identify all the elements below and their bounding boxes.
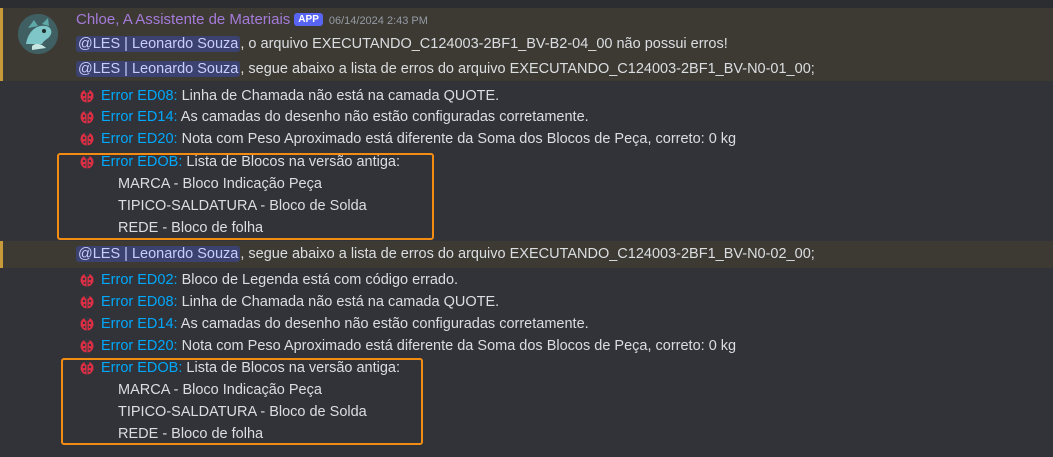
user-mention[interactable]: @LES | Leonardo Souza: [76, 36, 241, 52]
timestamp[interactable]: 06/14/2024 2:43 PM: [329, 15, 428, 27]
user-mention[interactable]: @LES | Leonardo Souza: [76, 246, 241, 262]
error-code: Error ED08:: [101, 294, 178, 310]
error-line: Error ED20: Nota com Peso Aproximado est…: [79, 336, 736, 356]
error-code: Error ED02:: [101, 272, 178, 288]
error-line: Error ED08: Linha de Chamada não está na…: [79, 86, 499, 106]
ladybug-icon: [79, 130, 95, 146]
error-text: Linha de Chamada não está na camada QUOT…: [177, 294, 500, 310]
ladybug-icon: [79, 293, 95, 309]
message-text: , segue abaixo a lista de erros do arqui…: [240, 246, 815, 262]
error-code: Error ED14:: [101, 109, 178, 125]
username[interactable]: Chloe, A Assistente de Materiais: [76, 11, 290, 28]
ladybug-icon: [79, 271, 95, 287]
ladybug-icon: [79, 337, 95, 353]
error-line: Error ED14: As camadas do desenho não es…: [79, 314, 589, 334]
message-text: , o arquivo EXECUTANDO_C124003-2BF1_BV-B…: [240, 36, 728, 52]
ladybug-icon: [79, 108, 95, 124]
error-text: Linha de Chamada não está na camada QUOT…: [177, 88, 500, 104]
error-text: As camadas do desenho não estão configur…: [177, 316, 589, 332]
error-line: Error ED02: Bloco de Legenda está com có…: [79, 270, 458, 290]
ladybug-icon: [79, 87, 95, 103]
annotation-box: [61, 358, 423, 445]
error-text: As camadas do desenho não estão configur…: [177, 109, 589, 125]
message-text: , segue abaixo a lista de erros do arqui…: [240, 61, 815, 77]
error-text: Nota com Peso Aproximado está diferente …: [177, 338, 737, 354]
user-mention[interactable]: @LES | Leonardo Souza: [76, 61, 241, 77]
error-line: Error ED20: Nota com Peso Aproximado est…: [79, 129, 736, 149]
error-code: Error ED20:: [101, 338, 178, 354]
message-line: @LES | Leonardo Souza, segue abaixo a li…: [76, 59, 815, 79]
error-code: Error ED08:: [101, 88, 178, 104]
top-divider: [0, 0, 1053, 8]
error-line: Error ED14: As camadas do desenho não es…: [79, 107, 589, 127]
dragon-avatar-icon[interactable]: [18, 14, 58, 54]
message-header: Chloe, A Assistente de Materiais APP 06/14…: [76, 11, 428, 28]
error-text: Nota com Peso Aproximado está diferente …: [177, 131, 737, 147]
ladybug-icon: [79, 315, 95, 331]
message-line: @LES | Leonardo Souza, segue abaixo a li…: [76, 244, 815, 264]
error-line: Error ED08: Linha de Chamada não está na…: [79, 292, 499, 312]
annotation-box: [57, 153, 434, 240]
app-badge: APP: [294, 13, 323, 26]
error-code: Error ED20:: [101, 131, 178, 147]
error-code: Error ED14:: [101, 316, 178, 332]
message-line: @LES | Leonardo Souza, o arquivo EXECUTA…: [76, 34, 728, 54]
error-text: Bloco de Legenda está com código errado.: [177, 272, 459, 288]
